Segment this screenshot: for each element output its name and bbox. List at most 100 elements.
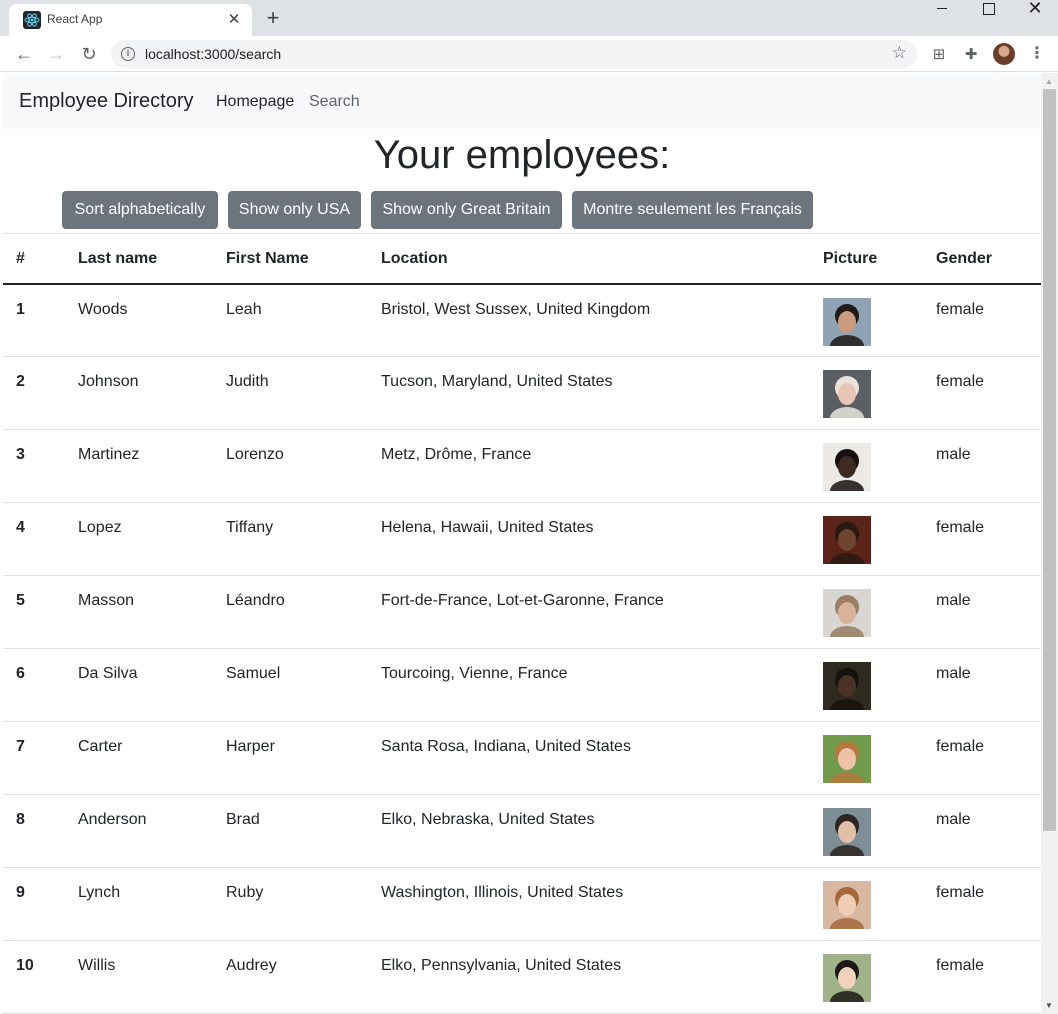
show-france-button[interactable]: Montre seulement les Français: [572, 191, 813, 229]
navbar-brand[interactable]: Employee Directory: [19, 90, 194, 113]
cell-first-name: Audrey: [226, 957, 277, 974]
window-minimize-icon[interactable]: [919, 0, 965, 30]
window-close-icon[interactable]: ✕: [1012, 0, 1058, 30]
cell-last-name: Lynch: [78, 884, 121, 901]
page-scrollbar[interactable]: ▲ ▼: [1041, 73, 1058, 1014]
forward-arrow-icon[interactable]: →: [44, 42, 68, 66]
header-last-name: Last name: [78, 250, 158, 267]
employee-photo: [823, 808, 871, 856]
sort-alphabetically-button[interactable]: Sort alphabetically: [62, 191, 218, 229]
address-bar[interactable]: i localhost:3000/search ☆: [111, 40, 917, 68]
scrollbar-thumb[interactable]: [1043, 89, 1056, 831]
cell-gender: female: [936, 373, 985, 390]
employee-photo: [823, 516, 871, 564]
browser-tabstrip: React App ✕ + ✕: [0, 0, 1058, 36]
nav-link-search[interactable]: Search: [309, 93, 360, 111]
cell-first-name: Ruby: [226, 884, 264, 901]
table-header: # Last name First Name Location Picture …: [3, 233, 1041, 284]
table-row: 4 Lopez Tiffany Helena, Hawaii, United Stat…: [3, 503, 1041, 576]
employee-photo: [823, 297, 871, 346]
table-header-row: # Last name First Name Location Picture …: [3, 233, 1041, 284]
browser-menu-icon[interactable]: ⋮: [1027, 44, 1047, 64]
scroll-down-arrow-icon[interactable]: ▼: [1045, 1001, 1053, 1010]
table-row: 1 Woods Leah Bristol, West Sussex, United K…: [3, 284, 1041, 357]
navbar: Employee Directory Homepage Search: [3, 73, 1041, 129]
table-row: 3 Martinez Lorenzo Metz, Drôme, France male: [3, 430, 1041, 503]
cell-gender: male: [936, 592, 971, 609]
cell-first-name: Leah: [226, 300, 262, 318]
table-row: 10 Willis Audrey Elko, Pennsylvania, United…: [3, 941, 1041, 1014]
cell-picture: [810, 430, 923, 503]
cell-picture: [810, 941, 923, 1014]
employee-photo: [823, 443, 871, 491]
browser-tab[interactable]: React App ✕: [9, 4, 252, 36]
cell-last-name: Martinez: [78, 446, 140, 463]
cell-number: 2: [16, 373, 25, 390]
cell-location: Bristol, West Sussex, United Kingdom: [381, 300, 651, 318]
table-row: 2 Johnson Judith Tucson, Maryland, United S…: [3, 357, 1041, 430]
cell-first-name: Harper: [226, 738, 275, 755]
back-arrow-icon[interactable]: ←: [12, 42, 36, 66]
extensions-puzzle-icon[interactable]: ✚: [961, 45, 981, 65]
new-tab-icon[interactable]: +: [261, 6, 285, 30]
cell-picture: [810, 868, 923, 941]
cell-number: 9: [16, 884, 25, 901]
site-info-icon[interactable]: i: [121, 47, 135, 61]
cell-picture: [810, 357, 923, 430]
extensions-grid-icon[interactable]: ⊞: [929, 45, 949, 65]
employee-photo: [823, 735, 871, 783]
tab-close-icon[interactable]: ✕: [224, 10, 244, 30]
scroll-up-arrow-icon[interactable]: ▲: [1045, 77, 1053, 86]
cell-last-name: Lopez: [78, 519, 122, 536]
cell-last-name: Woods: [78, 300, 128, 318]
employee-photo: [823, 662, 871, 710]
cell-picture: [810, 503, 923, 576]
cell-gender: female: [936, 300, 985, 318]
employee-photo: [823, 370, 871, 418]
employee-photo: [823, 954, 871, 1002]
tab-title: React App: [47, 12, 103, 26]
cell-last-name: Masson: [78, 592, 135, 609]
header-number: #: [16, 250, 25, 267]
nav-link-homepage[interactable]: Homepage: [216, 93, 294, 111]
cell-picture: [810, 284, 923, 357]
cell-first-name: Brad: [226, 811, 260, 828]
cell-gender: female: [936, 884, 985, 901]
cell-first-name: Tiffany: [226, 519, 274, 536]
cell-location: Washington, Illinois, United States: [381, 884, 624, 901]
cell-number: 8: [16, 811, 25, 828]
header-location: Location: [381, 250, 448, 267]
url-text[interactable]: localhost:3000/search: [145, 46, 281, 62]
show-usa-button[interactable]: Show only USA: [228, 191, 361, 229]
page-viewport: Employee Directory Homepage Search Your …: [3, 73, 1041, 1014]
profile-avatar[interactable]: [993, 43, 1015, 65]
table-row: 8 Anderson Brad Elko, Nebraska, United Stat…: [3, 795, 1041, 868]
cell-number: 1: [16, 300, 25, 318]
cell-last-name: Johnson: [78, 373, 139, 390]
employee-photo: [823, 589, 871, 637]
table-body: 1 Woods Leah Bristol, West Sussex, United K…: [3, 284, 1041, 1014]
cell-gender: male: [936, 665, 971, 682]
header-first-name: First Name: [226, 250, 309, 267]
bookmark-star-icon[interactable]: ☆: [892, 43, 907, 63]
table-row: 6 Da Silva Samuel Tourcoing, Vienne, France…: [3, 649, 1041, 722]
cell-number: 5: [16, 592, 25, 609]
browser-toolbar: ← → ↻ i localhost:3000/search ☆ ⊞ ✚ ⋮: [0, 36, 1058, 72]
cell-location: Metz, Drôme, France: [381, 446, 532, 463]
employee-table: # Last name First Name Location Picture …: [3, 233, 1041, 1014]
cell-last-name: Carter: [78, 738, 123, 755]
cell-first-name: Lorenzo: [226, 446, 284, 463]
table-row: 9 Lynch Ruby Washington, Illinois, United S…: [3, 868, 1041, 941]
cell-gender: female: [936, 738, 985, 755]
cell-picture: [810, 795, 923, 868]
table-row: 7 Carter Harper Santa Rosa, Indiana, United…: [3, 722, 1041, 795]
table-row: 5 Masson Léandro Fort-de-France, Lot-et-Gar…: [3, 576, 1041, 649]
cell-last-name: Willis: [78, 957, 116, 974]
show-great-britain-button[interactable]: Show only Great Britain: [371, 191, 562, 229]
page-title: Your employees:: [373, 133, 671, 177]
header-gender: Gender: [936, 250, 993, 267]
cell-number: 6: [16, 665, 25, 682]
cell-picture: [810, 576, 923, 649]
reload-icon[interactable]: ↻: [77, 42, 101, 66]
window-maximize-icon[interactable]: [965, 0, 1011, 30]
